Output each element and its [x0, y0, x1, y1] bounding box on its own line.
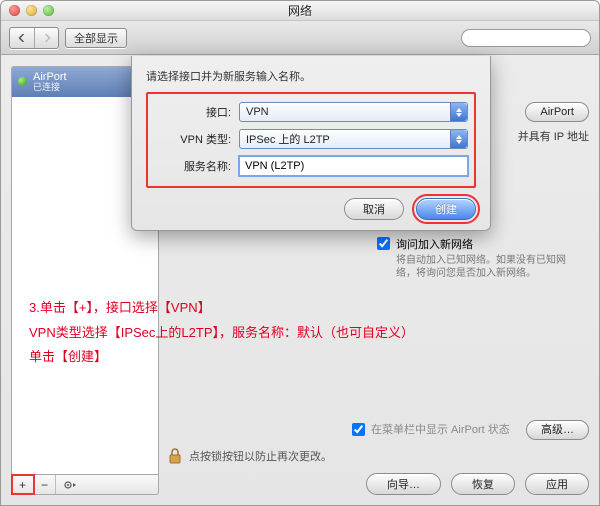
traffic-lights: [9, 5, 54, 16]
lock-label: 点按锁按钮以防止再次更改。: [189, 448, 332, 464]
turn-off-airport-button[interactable]: AirPort: [525, 102, 589, 122]
footer-buttons: 向导… 恢复 应用: [366, 473, 589, 495]
assist-button[interactable]: 向导…: [366, 473, 441, 495]
titlebar: 网络: [1, 1, 599, 21]
interface-label: 接口:: [154, 104, 239, 120]
annotation-overlay: 3.单击【+】，接口选择【VPN】 VPN类型选择【IPSec上的L2TP】，服…: [29, 296, 589, 370]
lock-icon[interactable]: [167, 447, 183, 465]
new-service-sheet: 请选择接口并为新服务输入名称。 接口: VPN VPN 类型: IPSec 上的…: [131, 56, 491, 231]
window-title: 网络: [1, 2, 599, 19]
apply-button[interactable]: 应用: [525, 473, 589, 495]
show-in-menubar-checkbox[interactable]: [352, 423, 365, 436]
service-controls: + −: [11, 475, 159, 495]
ask-join-row: 询问加入新网络 将自动加入已知网络。如果没有已知网络，将询问您是否加入新网络。: [377, 236, 577, 280]
service-status: 已连接: [33, 83, 67, 93]
ask-join-checkbox[interactable]: [377, 237, 390, 250]
annotation-line-1: 3.单击【+】，接口选择【VPN】: [29, 296, 589, 321]
zoom-icon[interactable]: [43, 5, 54, 16]
vpntype-label: VPN 类型:: [154, 131, 239, 147]
add-service-button[interactable]: +: [12, 475, 34, 494]
menubar-status-row: 在菜单栏中显示 AirPort 状态: [352, 421, 510, 437]
vpntype-value: IPSec 上的 L2TP: [246, 131, 330, 147]
ask-join-hint: 将自动加入已知网络。如果没有已知网络，将询问您是否加入新网络。: [396, 254, 577, 280]
annotation-line-3: 单击【创建】: [29, 345, 589, 370]
search-field[interactable]: [461, 29, 591, 47]
network-prefs-window: 网络 全部显示 AirPort 已连接: [0, 0, 600, 506]
service-gear-button[interactable]: [56, 475, 84, 494]
toolbar: 全部显示: [1, 21, 599, 55]
sheet-form-highlight: 接口: VPN VPN 类型: IPSec 上的 L2TP 服务名称:: [146, 92, 476, 188]
forward-button[interactable]: [34, 28, 58, 48]
annotation-line-2: VPN类型选择【IPSec上的L2TP】，服务名称：默认（也可自定义）: [29, 321, 589, 346]
service-name-label: 服务名称:: [154, 158, 239, 174]
interface-value: VPN: [246, 106, 269, 118]
back-button[interactable]: [10, 28, 34, 48]
gear-icon: [63, 480, 77, 490]
show-all-button[interactable]: 全部显示: [65, 28, 127, 48]
search-icon: [468, 33, 469, 43]
cancel-button[interactable]: 取消: [344, 198, 404, 220]
revert-button[interactable]: 恢复: [451, 473, 515, 495]
lock-row: 点按锁按钮以防止再次更改。: [167, 447, 332, 465]
status-dot-icon: [18, 77, 27, 86]
show-in-menubar-label: 在菜单栏中显示 AirPort 状态: [371, 421, 510, 437]
sheet-prompt: 请选择接口并为新服务输入名称。: [146, 68, 476, 84]
search-input[interactable]: [472, 32, 584, 43]
vpntype-select[interactable]: IPSec 上的 L2TP: [239, 129, 468, 149]
service-name-input[interactable]: [239, 156, 468, 176]
right-controls: AirPort 并具有 IP 地址: [518, 102, 589, 144]
interface-select[interactable]: VPN: [239, 102, 468, 122]
create-button[interactable]: 创建: [416, 198, 476, 220]
close-icon[interactable]: [9, 5, 20, 16]
chevron-updown-icon: [450, 103, 467, 121]
advanced-button[interactable]: 高级…: [526, 420, 589, 440]
ip-note: 并具有 IP 地址: [518, 128, 589, 144]
nav-back-forward: [9, 27, 59, 49]
chevron-updown-icon: [450, 130, 467, 148]
remove-service-button[interactable]: −: [34, 475, 56, 494]
ask-join-label: 询问加入新网络: [396, 236, 577, 252]
minimize-icon[interactable]: [26, 5, 37, 16]
